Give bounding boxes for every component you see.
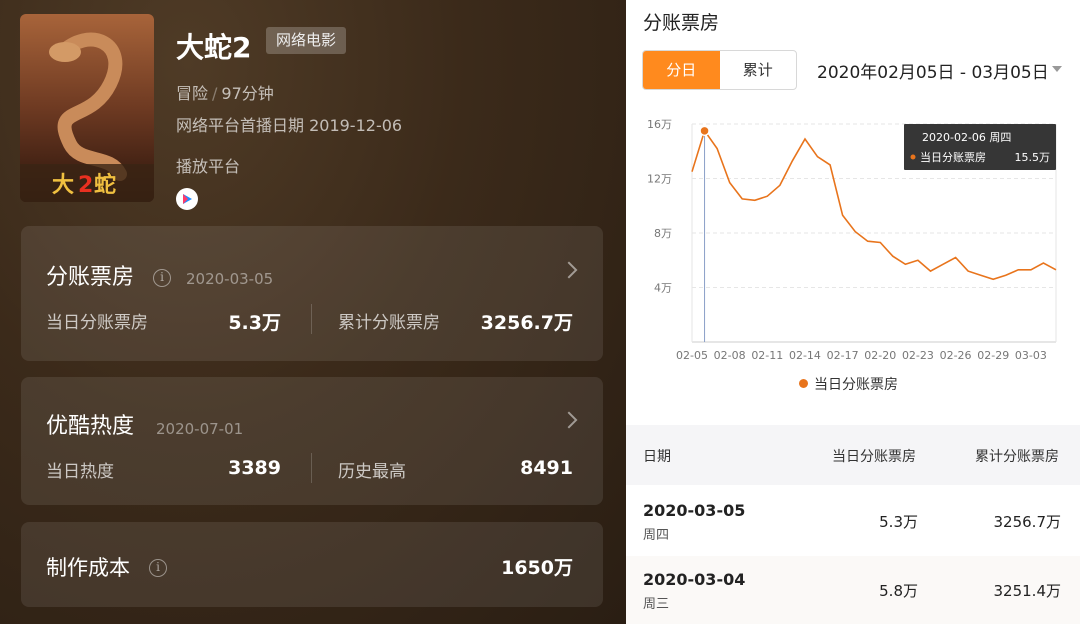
tooltip-dot (910, 154, 916, 160)
movie-genre: 冒险 (176, 84, 209, 103)
box-office-line-chart[interactable]: 4万 8万 12万 16万 02-05 02-08 02-11 02-14 02-17 02-2… (626, 104, 1080, 366)
date-range-select[interactable]: 2020年02月05日 - 03月05日 (817, 58, 1049, 83)
total-box-office-value: 3256.7万 (480, 312, 573, 334)
daily-heat-value: 3389 (228, 457, 281, 479)
row-daily: 5.8万 (879, 582, 918, 600)
x-tick-label: 02-05 (676, 349, 708, 362)
movie-premiere: 网络平台首播日期 2019-12-06 (176, 116, 403, 135)
x-tick-label: 02-26 (940, 349, 972, 362)
table-row[interactable]: 2020-03-05 周四 5.3万 3256.7万 (626, 487, 1080, 555)
movie-title: 大蛇2 (176, 31, 252, 64)
max-heat-label: 历史最高 (338, 462, 406, 482)
panel-title: 分账票房 (643, 12, 720, 34)
row-weekday: 周四 (643, 528, 670, 543)
movie-duration: 97分钟 (221, 84, 274, 103)
daily-box-office-value: 5.3万 (228, 312, 281, 334)
separator: / (212, 84, 218, 103)
info-icon[interactable]: i (149, 559, 167, 577)
header-total: 累计分账票房 (975, 449, 1059, 465)
header-daily: 当日分账票房 (832, 449, 916, 465)
x-tick-label: 02-08 (714, 349, 746, 362)
youku-play-icon[interactable] (176, 188, 198, 210)
poster-image: 大 2 蛇 (20, 14, 154, 202)
view-toggle: 分日 累计 (642, 50, 797, 90)
legend-dot (799, 379, 808, 388)
row-weekday: 周三 (643, 597, 670, 612)
svg-text:2: 2 (78, 173, 93, 198)
production-cost-card: 制作成本 i 1650万 (21, 522, 603, 607)
x-tick-label: 02-20 (864, 349, 896, 362)
x-tick-label: 02-29 (977, 349, 1009, 362)
x-tick-label: 02-17 (827, 349, 859, 362)
tooltip-value: 15.5万 (1015, 151, 1051, 164)
box-office-date: 2020-03-05 (186, 270, 274, 288)
row-total: 3251.4万 (993, 582, 1062, 600)
divider (311, 304, 312, 334)
tab-daily[interactable]: 分日 (643, 51, 720, 89)
daily-box-office-label: 当日分账票房 (46, 313, 148, 333)
y-tick-label: 16万 (647, 118, 672, 131)
svg-text:蛇: 蛇 (94, 172, 116, 198)
chevron-right-icon[interactable] (560, 261, 578, 279)
row-total: 3256.7万 (993, 513, 1062, 531)
max-heat-value: 8491 (520, 457, 573, 479)
daily-heat-label: 当日热度 (46, 462, 114, 482)
x-tick-label: 02-23 (902, 349, 934, 362)
y-tick-label: 12万 (647, 173, 672, 186)
highlight-point (699, 125, 710, 137)
chevron-right-icon[interactable] (560, 411, 578, 429)
total-box-office-label: 累计分账票房 (338, 313, 440, 333)
heat-title: 优酷热度 (46, 414, 135, 439)
movie-type-tag: 网络电影 (266, 27, 347, 54)
platform-label: 播放平台 (176, 157, 241, 176)
youku-heat-card[interactable]: 优酷热度 2020-07-01 当日热度 3389 历史最高 8491 (21, 377, 603, 505)
chart-tooltip: 2020-02-06 周四 当日分账票房 15.5万 (904, 124, 1056, 170)
row-date: 2020-03-04 (643, 570, 746, 589)
x-tick-label: 02-14 (789, 349, 821, 362)
x-tick-label: 03-03 (1015, 349, 1047, 362)
chart-legend[interactable]: 当日分账票房 (799, 374, 898, 394)
info-icon[interactable]: i (153, 269, 171, 287)
heat-date: 2020-07-01 (156, 420, 244, 438)
table-header: 日期 当日分账票房 累计分账票房 (626, 425, 1080, 485)
divider (311, 453, 312, 483)
row-date: 2020-03-05 (643, 501, 746, 520)
cost-value: 1650万 (501, 557, 573, 579)
caret-down-icon[interactable] (1052, 66, 1062, 72)
box-office-trend-panel: 分账票房 分日 累计 2020年02月05日 - 03月05日 4万 8万 12万 1… (626, 0, 1080, 624)
tooltip-date: 2020-02-06 周四 (922, 131, 1011, 144)
movie-poster[interactable]: 大 2 蛇 (20, 14, 154, 202)
box-office-title: 分账票房 (46, 265, 135, 290)
y-tick-label: 4万 (654, 282, 672, 295)
table-row[interactable]: 2020-03-04 周三 5.8万 3251.4万 (626, 556, 1080, 624)
movie-genre-duration: 冒险/97分钟 (176, 80, 274, 104)
svg-text:大: 大 (52, 173, 74, 198)
row-daily: 5.3万 (879, 513, 918, 531)
tooltip-label: 当日分账票房 (920, 150, 986, 164)
tab-cumulative[interactable]: 累计 (720, 51, 797, 89)
cost-title: 制作成本 (46, 556, 130, 580)
box-office-card[interactable]: 分账票房 i 2020-03-05 当日分账票房 5.3万 累计分账票房 325… (21, 226, 603, 361)
legend-label: 当日分账票房 (814, 377, 898, 393)
header-date: 日期 (643, 449, 671, 465)
movie-detail-panel: 大 2 蛇 大蛇2 网络电影 冒险/97分钟 网络平台首播日期 2019-12-… (0, 0, 626, 624)
y-tick-label: 8万 (654, 227, 672, 240)
x-tick-label: 02-11 (751, 349, 783, 362)
